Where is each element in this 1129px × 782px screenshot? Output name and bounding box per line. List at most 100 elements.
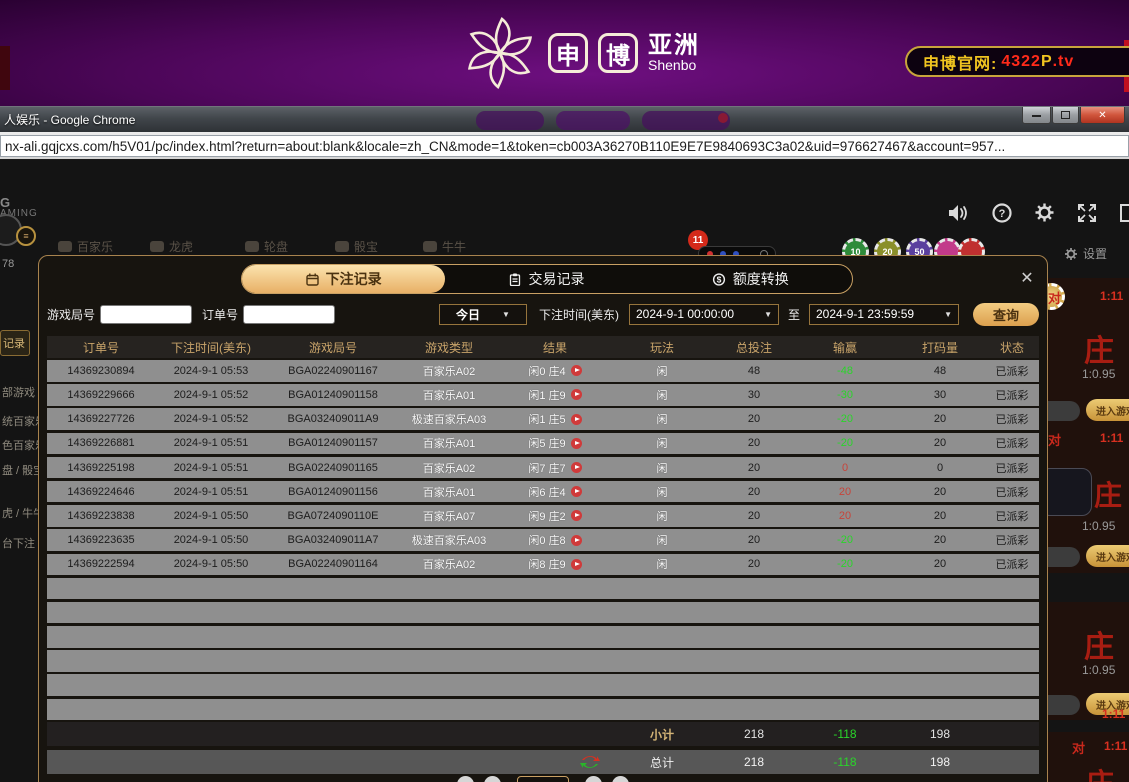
coin-transfer-icon: $ xyxy=(712,273,726,286)
category-item[interactable]: 轮盘 xyxy=(245,238,288,255)
cell-game-type: 百家乐A07 xyxy=(399,508,499,524)
total-row: 总计 218 -118 198 xyxy=(47,750,1039,774)
betting-records-modal: 下注记录 交易记录 $ 额度转换 ✕ 游戏局号 订单号 今日 ▼ xyxy=(38,255,1048,782)
replay-icon[interactable] xyxy=(571,486,582,497)
browser-toolbar: nx-ali.gqjcxs.com/h5V01/pc/index.html?re… xyxy=(0,132,1129,160)
first-page-button[interactable] xyxy=(457,776,474,782)
cell-result: 闲1 庄9 xyxy=(528,387,565,403)
replay-icon[interactable] xyxy=(571,365,582,376)
exit-icon[interactable] xyxy=(1119,203,1129,223)
category-icon xyxy=(245,241,259,252)
cell-total-bet: 20 xyxy=(713,462,795,474)
game-round-input[interactable] xyxy=(100,305,192,324)
cell-game-round: BGA01240901158 xyxy=(267,389,399,401)
site-banner: 申 博 亚洲 Shenbo 申博官网: 4322 P .tv xyxy=(0,0,1129,106)
logo-char-bo: 博 xyxy=(598,33,638,73)
pair-label: 对 xyxy=(1048,288,1061,307)
replay-icon[interactable] xyxy=(571,438,582,449)
cell-play-type: 闲 xyxy=(611,435,713,451)
replay-icon[interactable] xyxy=(571,462,582,473)
category-item[interactable]: 骰宝 xyxy=(335,238,378,255)
window-titlebar[interactable]: 人娱乐 - Google Chrome ✕ xyxy=(0,106,1129,132)
replay-icon[interactable] xyxy=(571,389,582,400)
tab-credit-transfer[interactable]: $ 额度转换 xyxy=(649,265,852,293)
swap-arrows-icon[interactable] xyxy=(579,754,601,770)
cell-order-no: 14369222594 xyxy=(47,558,155,570)
table-row[interactable]: 14369225198 2024-9-1 05:51 BGA0224090116… xyxy=(47,457,1039,479)
round-timer: 1:11 xyxy=(1100,289,1123,303)
cell-winloss: -20 xyxy=(795,437,895,449)
table-row[interactable]: 14369223838 2024-9-1 05:50 BGA0724090110… xyxy=(47,505,1039,527)
cell-result: 闲8 庄9 xyxy=(528,556,565,572)
table-row[interactable]: 14369230894 2024-9-1 05:53 BGA0224090116… xyxy=(47,360,1039,382)
replay-icon[interactable] xyxy=(571,559,582,570)
to-word: 至 xyxy=(788,306,800,323)
background-blob xyxy=(476,111,544,130)
svg-text:$: $ xyxy=(716,274,721,284)
next-page-button[interactable] xyxy=(585,776,602,782)
speaker-icon[interactable] xyxy=(948,203,970,223)
category-icon xyxy=(335,241,349,252)
cell-turnover: 30 xyxy=(895,389,985,401)
sidebar-item-fragment[interactable]: 部游戏 xyxy=(2,384,35,400)
address-bar[interactable]: nx-ali.gqjcxs.com/h5V01/pc/index.html?re… xyxy=(0,135,1129,157)
minimize-icon xyxy=(1032,114,1041,117)
shenbo-logo: 申 博 亚洲 Shenbo xyxy=(462,12,700,94)
sidebar-item-fragment[interactable]: 记录 xyxy=(0,330,30,356)
cell-total-bet: 20 xyxy=(713,486,795,498)
table-row[interactable]: 14369222594 2024-9-1 05:50 BGA0224090116… xyxy=(47,554,1039,576)
official-site-pill[interactable]: 申博官网: 4322 P .tv xyxy=(905,46,1129,77)
category-item[interactable]: 牛牛 xyxy=(423,238,466,255)
replay-icon[interactable] xyxy=(571,510,582,521)
gear-icon[interactable] xyxy=(1034,202,1055,223)
official-site-tv: .tv xyxy=(1053,53,1075,71)
help-icon[interactable]: ? xyxy=(992,203,1012,223)
cell-total-bet: 20 xyxy=(713,558,795,570)
table-row-empty xyxy=(47,699,1039,721)
enter-game-button[interactable]: 进入游戏 xyxy=(1086,399,1129,421)
date-range-select[interactable]: 今日 ▼ xyxy=(439,304,527,325)
cell-status: 已派彩 xyxy=(985,363,1039,379)
settings-button[interactable]: 设置 xyxy=(1064,245,1107,262)
table-row[interactable]: 14369229666 2024-9-1 05:52 BGA0124090115… xyxy=(47,384,1039,406)
category-item[interactable]: 龙虎 xyxy=(150,238,193,255)
last-page-button[interactable] xyxy=(612,776,629,782)
banner-left-fragment xyxy=(0,46,10,90)
cell-status: 已派彩 xyxy=(985,556,1039,572)
window-minimize-button[interactable] xyxy=(1022,107,1051,124)
tab-bet-records[interactable]: 下注记录 xyxy=(242,265,445,293)
prev-page-button[interactable] xyxy=(484,776,501,782)
order-no-label: 订单号 xyxy=(202,306,238,323)
sidebar-item-fragment[interactable]: 台下注 xyxy=(2,535,35,551)
cell-play-type: 闲 xyxy=(611,532,713,548)
category-icon xyxy=(150,241,164,252)
fullscreen-icon[interactable] xyxy=(1077,203,1097,223)
official-site-label: 申博官网: xyxy=(923,50,997,74)
subtotal-row: 小计 218 -118 198 xyxy=(47,722,1039,746)
tab-transaction-records[interactable]: 交易记录 xyxy=(445,265,648,293)
table-row[interactable]: 14369226881 2024-9-1 05:51 BGA0124090115… xyxy=(47,433,1039,455)
category-item[interactable]: 百家乐 xyxy=(58,238,113,255)
odds-label: 1:0.95 xyxy=(1082,663,1115,677)
table-row[interactable]: 14369227726 2024-9-1 05:52 BGA032409011A… xyxy=(47,408,1039,430)
table-row[interactable]: 14369223635 2024-9-1 05:50 BGA032409011A… xyxy=(47,529,1039,551)
table-row[interactable]: 14369224646 2024-9-1 05:51 BGA0124090115… xyxy=(47,481,1039,503)
enter-game-button[interactable]: 进入游戏 xyxy=(1086,545,1129,567)
cell-order-no: 14369230894 xyxy=(47,365,155,377)
to-datetime-select[interactable]: 2024-9-1 23:59:59 ▼ xyxy=(809,304,959,325)
table-row-empty xyxy=(47,578,1039,600)
search-button[interactable]: 查询 xyxy=(973,303,1039,326)
subtotal-turnover: 198 xyxy=(895,727,985,741)
cell-bet-time: 2024-9-1 05:51 xyxy=(155,486,267,498)
order-no-input[interactable] xyxy=(243,305,335,324)
menu-badge-icon[interactable]: ≡ xyxy=(16,226,36,246)
window-close-button[interactable]: ✕ xyxy=(1080,107,1125,124)
cell-winloss: 20 xyxy=(795,510,895,522)
replay-icon[interactable] xyxy=(571,535,582,546)
modal-close-button[interactable]: ✕ xyxy=(1017,268,1037,288)
page-number-box[interactable] xyxy=(517,776,569,782)
from-datetime-select[interactable]: 2024-9-1 00:00:00 ▼ xyxy=(629,304,779,325)
cell-game-round: BGA01240901157 xyxy=(267,437,399,449)
window-maximize-button[interactable] xyxy=(1052,107,1079,124)
replay-icon[interactable] xyxy=(571,414,582,425)
